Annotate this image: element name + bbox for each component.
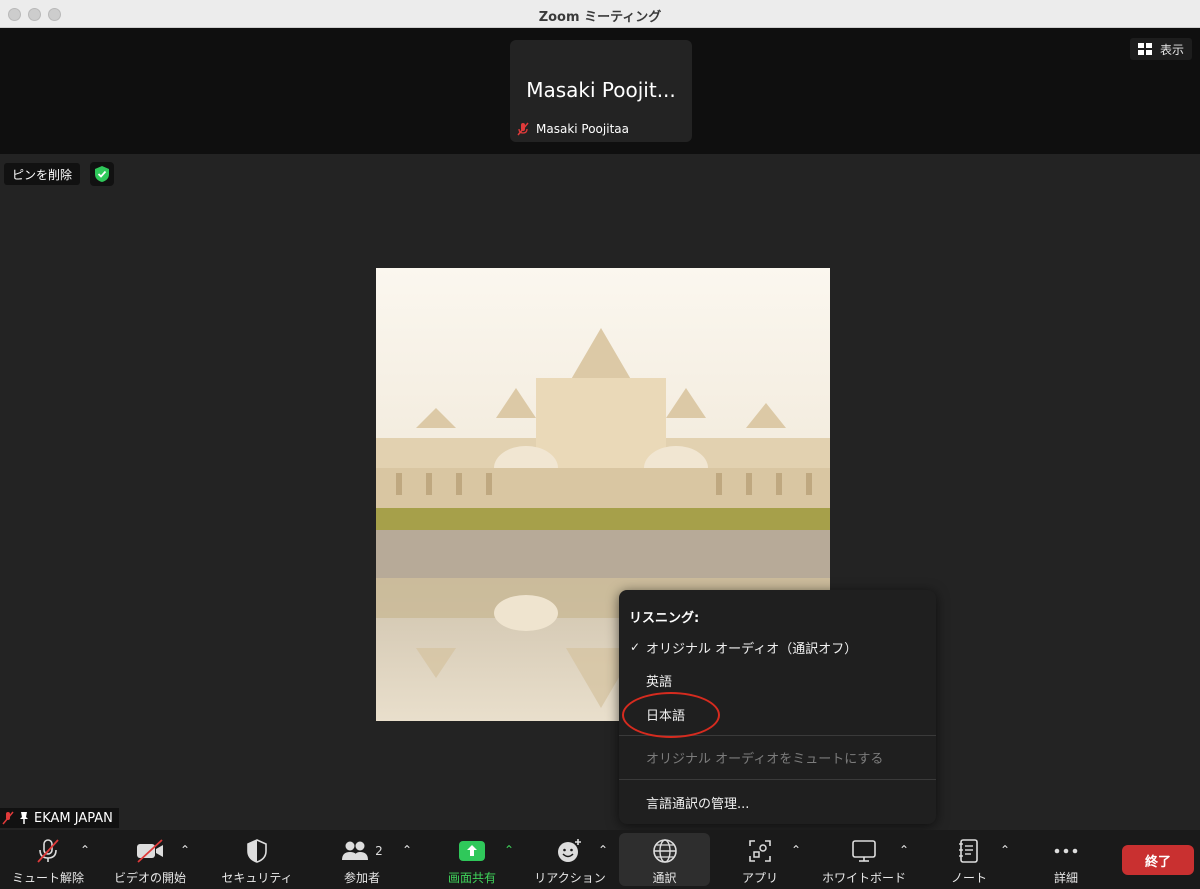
reactions-options-caret[interactable]: ⌃ <box>598 843 608 857</box>
video-options-caret[interactable]: ⌃ <box>180 843 190 857</box>
smiley-add-icon <box>558 839 581 862</box>
menu-item-original-audio[interactable]: ✓ オリジナル オーディオ（通訳オフ） <box>619 632 936 662</box>
end-meeting-button[interactable]: 終了 <box>1122 845 1194 875</box>
window-title: Zoom ミーティング <box>538 10 662 25</box>
view-button[interactable]: 表示 <box>1129 38 1192 60</box>
whiteboard-label: ホワイトボード <box>821 871 906 885</box>
pin-icon <box>20 812 28 824</box>
participant-thumbnail[interactable]: Masaki Poojit... Masaki Poojitaa <box>510 40 692 142</box>
menu-item-manage-interpretation[interactable]: 言語通訳の管理... <box>619 787 936 817</box>
start-video-button[interactable]: ビデオの開始 <box>108 830 192 889</box>
annotation-circle <box>622 692 720 738</box>
title-bar: Zoom ミーティング <box>0 0 1200 28</box>
menu-separator <box>619 779 936 780</box>
checkmark-icon: ✓ <box>630 640 641 654</box>
notes-button[interactable]: ノート <box>927 830 1011 889</box>
meeting-toolbar: ミュート解除 ⌃ ビデオの開始 ⌃ セキュリティ 2 参加者 ⌃ 画面共有 ⌃ … <box>0 830 1200 889</box>
participant-name-tag: Masaki Poojitaa <box>516 122 629 136</box>
menu-item-label: オリジナル オーディオ（通訳オフ） <box>646 641 858 657</box>
unmute-label: ミュート解除 <box>11 871 84 885</box>
apps-label: アプリ <box>741 871 778 885</box>
more-button[interactable]: 詳細 <box>1024 830 1108 889</box>
reactions-button[interactable]: リアクション <box>528 830 612 889</box>
muted-mic-icon <box>2 811 14 825</box>
start-video-label: ビデオの開始 <box>113 871 186 885</box>
reactions-label: リアクション <box>534 871 606 885</box>
menu-item-mute-original: オリジナル オーディオをミュートにする <box>619 742 936 772</box>
participants-options-caret[interactable]: ⌃ <box>402 843 412 857</box>
video-off-icon <box>137 839 163 863</box>
participants-label: 参加者 <box>343 871 380 885</box>
interpretation-button[interactable]: 通訳 <box>619 833 710 886</box>
share-screen-icon <box>459 841 485 861</box>
menu-item-english[interactable]: 英語 <box>619 665 936 695</box>
muted-mic-icon <box>37 839 59 863</box>
interpretation-label: 通訳 <box>652 871 677 885</box>
audio-options-caret[interactable]: ⌃ <box>80 843 90 857</box>
share-screen-label: 画面共有 <box>447 871 496 885</box>
menu-item-label: オリジナル オーディオをミュートにする <box>646 751 884 767</box>
speaker-name-tag: EKAM JAPAN <box>0 808 119 828</box>
unpin-button[interactable]: ピンを削除 <box>4 163 81 185</box>
notes-options-caret[interactable]: ⌃ <box>1000 843 1010 857</box>
security-button[interactable]: セキュリティ <box>215 830 299 889</box>
shield-check-icon <box>95 166 109 182</box>
apps-icon <box>749 840 771 862</box>
whiteboard-options-caret[interactable]: ⌃ <box>899 843 909 857</box>
share-screen-button[interactable]: 画面共有 <box>430 830 514 889</box>
participant-big-name: Masaki Poojit... <box>526 78 676 102</box>
grid-view-icon <box>1137 43 1152 55</box>
whiteboard-button[interactable]: ホワイトボード <box>815 830 913 889</box>
security-label: セキュリティ <box>221 871 293 885</box>
whiteboard-icon <box>852 840 876 862</box>
listening-header: リスニング: <box>629 611 700 626</box>
apps-button[interactable]: アプリ <box>718 830 802 889</box>
notes-icon <box>959 839 978 863</box>
menu-item-label: 英語 <box>646 674 673 690</box>
muted-mic-icon <box>517 122 529 136</box>
zoom-window: Zoom ミーティング Masaki Poojit... Masaki Pooj… <box>0 0 1200 889</box>
more-dots-icon <box>1054 848 1078 854</box>
speaker-name: EKAM JAPAN <box>34 810 113 826</box>
participant-name: Masaki Poojitaa <box>536 122 629 136</box>
shield-icon <box>247 839 267 863</box>
unmute-button[interactable]: ミュート解除 <box>6 830 90 889</box>
share-options-caret[interactable]: ⌃ <box>504 843 514 857</box>
participant-strip: Masaki Poojit... Masaki Poojitaa 表示 <box>0 28 1200 154</box>
participants-count: 2 <box>375 844 383 858</box>
more-label: 詳細 <box>1053 871 1078 885</box>
participants-icon <box>342 841 369 860</box>
menu-item-label: 言語通訳の管理... <box>646 796 750 812</box>
globe-icon <box>652 839 677 863</box>
notes-label: ノート <box>950 871 987 885</box>
participants-button[interactable]: 2 参加者 <box>320 830 404 889</box>
apps-options-caret[interactable]: ⌃ <box>791 843 801 857</box>
encryption-badge[interactable] <box>90 162 114 186</box>
view-label: 表示 <box>1159 42 1184 57</box>
